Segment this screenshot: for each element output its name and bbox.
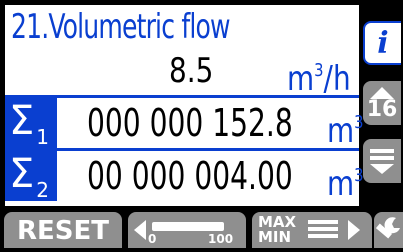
info-button[interactable]: i — [363, 21, 401, 65]
flow-rate-unit: m3/h — [287, 59, 351, 99]
device-screen: 21.Volumetric flow 8.5 m3/h Σ1 000 000 1… — [0, 0, 403, 248]
slider-min-label: 0 — [148, 232, 157, 246]
slider-max-label: 100 — [208, 232, 234, 246]
arrow-right-icon — [348, 220, 360, 240]
list-icon — [308, 220, 338, 242]
range-slider-button[interactable]: 0 100 — [128, 212, 246, 248]
menu-list-button[interactable] — [363, 139, 401, 183]
total-1-value: 000 000 152.8 — [87, 101, 293, 145]
reset-button[interactable]: RESET — [4, 212, 122, 248]
arrow-down-icon — [370, 163, 394, 174]
sigma-icon: Σ2 — [5, 151, 57, 202]
arrow-left-icon — [134, 220, 146, 240]
sigma-icon: Σ1 — [5, 98, 57, 149]
max-min-button[interactable]: MAX MIN — [252, 212, 372, 248]
total-row-1: Σ1 000 000 152.8 m3 — [5, 98, 364, 151]
info-icon: i — [377, 25, 389, 61]
flow-rate-value: 8.5 — [169, 51, 214, 91]
scroll-up-button[interactable]: 16 — [363, 81, 401, 125]
main-panel: 21.Volumetric flow 8.5 m3/h Σ1 000 000 1… — [3, 3, 364, 208]
page-title: 21.Volumetric flow — [11, 7, 231, 47]
total-2-unit: m3 — [327, 164, 364, 204]
max-min-label: MAX MIN — [258, 213, 297, 246]
bottom-toolbar: RESET 0 100 MAX MIN — [0, 210, 403, 248]
side-toolbar: i 16 — [363, 3, 403, 208]
scroll-up-label: 16 — [366, 97, 398, 122]
list-icon — [370, 148, 394, 153]
wrench-icon — [375, 217, 400, 239]
slider-track — [152, 222, 224, 231]
settings-wrench-button[interactable] — [374, 212, 403, 248]
total-row-2: Σ2 00 000 004.00 m3 — [5, 151, 364, 204]
total-2-value: 00 000 004.00 — [87, 154, 293, 198]
